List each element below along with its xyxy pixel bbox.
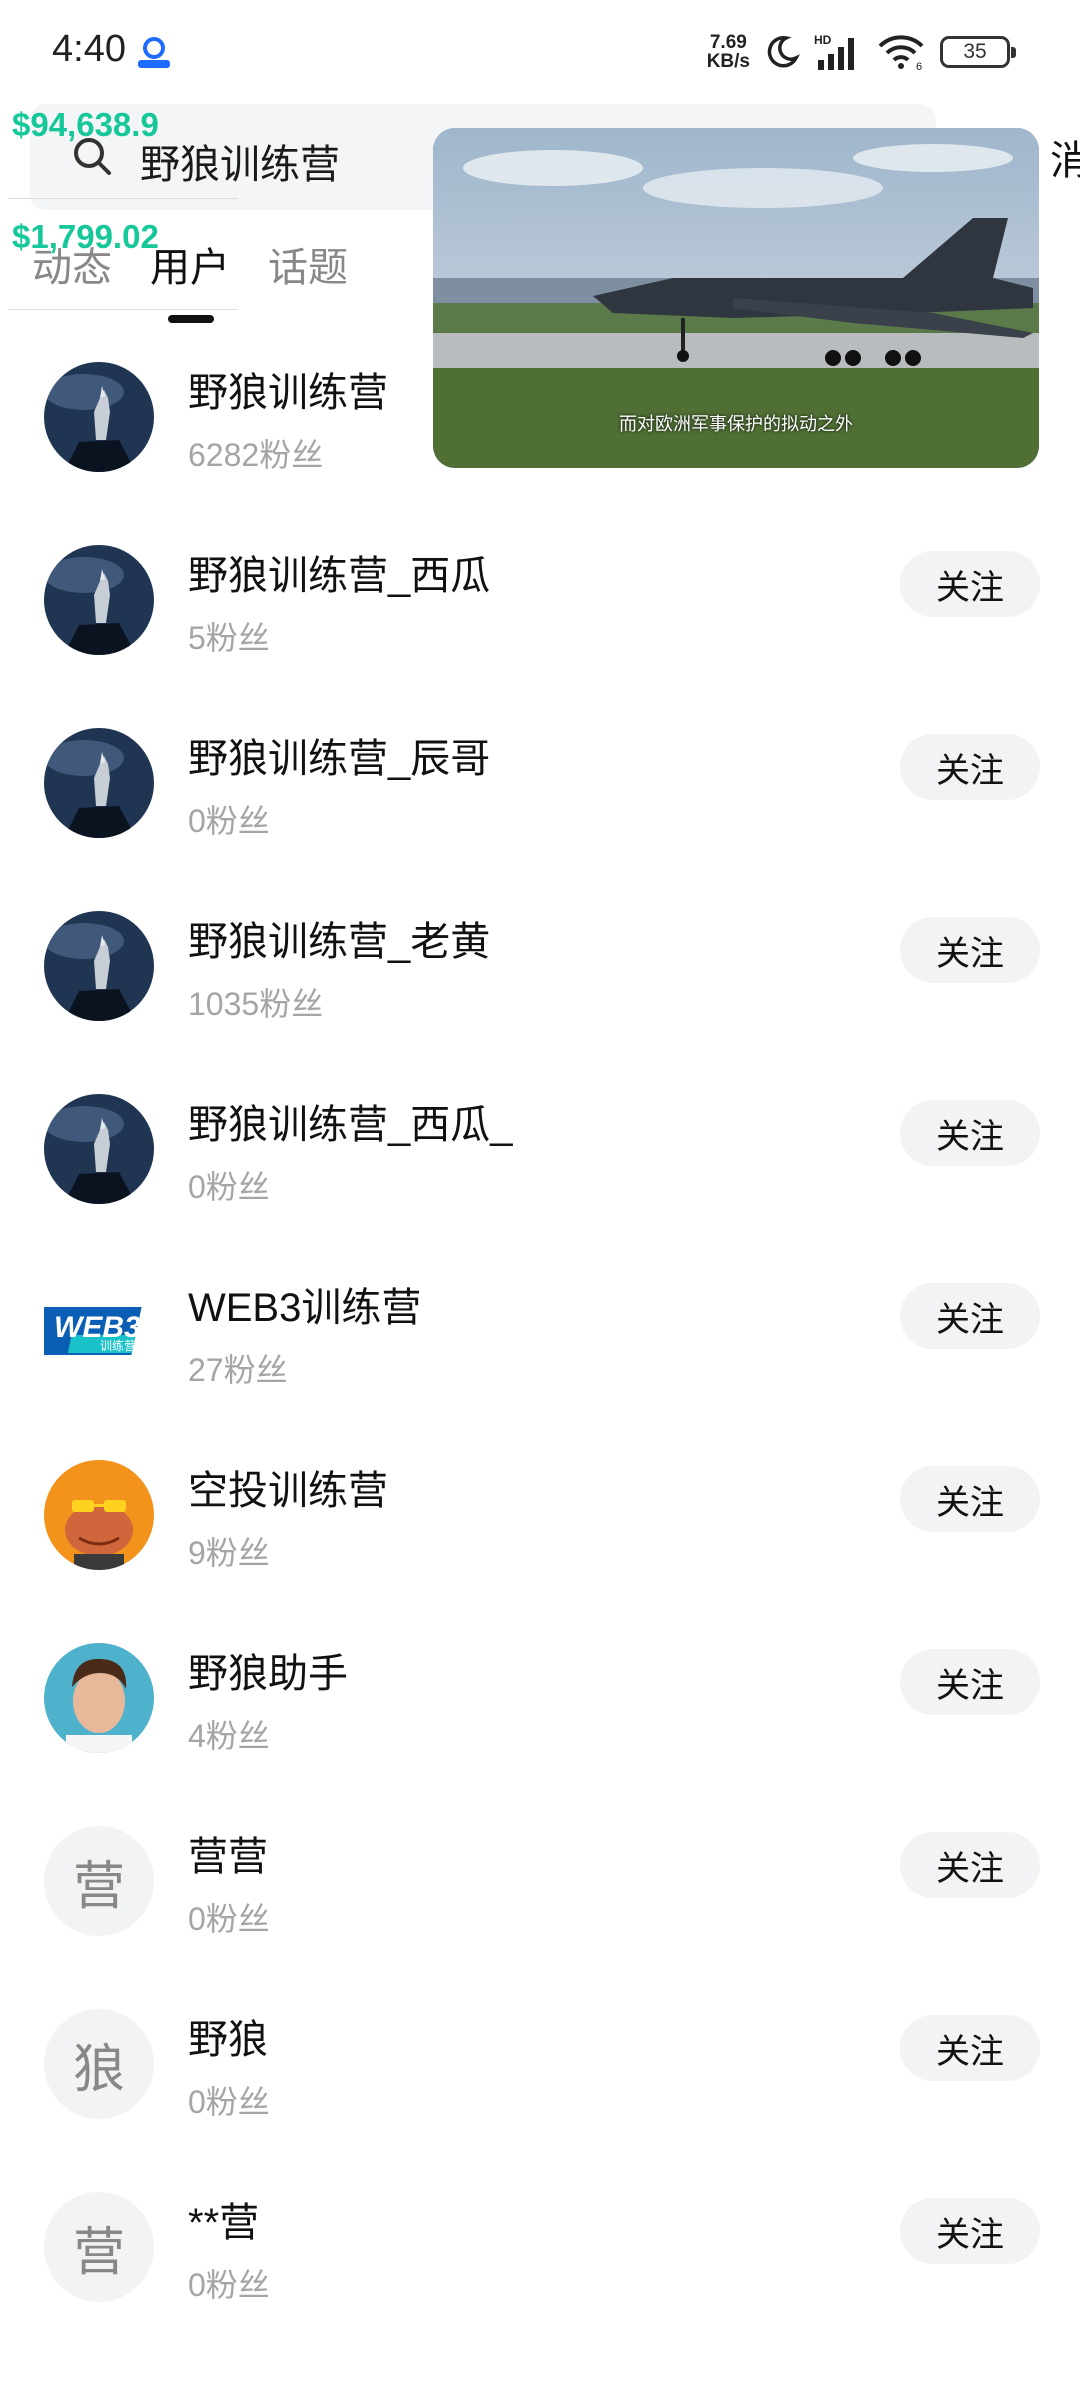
follow-button[interactable]: 关注 bbox=[900, 734, 1040, 800]
active-tab-indicator bbox=[168, 315, 214, 323]
user-row[interactable]: 野狼训练营_西瓜 5粉丝 关注 bbox=[0, 525, 1080, 711]
user-row[interactable]: 野狼训练营_西瓜_ 0粉丝 关注 bbox=[0, 1074, 1080, 1260]
tab-topics[interactable]: 话题 bbox=[268, 235, 348, 293]
user-row[interactable]: WEB3 训练营 WEB3训练营 27粉丝 关注 bbox=[0, 1257, 1080, 1443]
user-name[interactable]: 野狼训练营_西瓜 bbox=[188, 543, 490, 601]
wolf-avatar bbox=[44, 545, 154, 655]
follower-count: 9粉丝 bbox=[188, 1535, 270, 1571]
follow-button[interactable]: 关注 bbox=[900, 551, 1040, 617]
follower-count: 0粉丝 bbox=[188, 2084, 270, 2120]
wolf-avatar bbox=[44, 1094, 154, 1204]
svg-text:6: 6 bbox=[916, 61, 922, 72]
follower-count: 0粉丝 bbox=[188, 1169, 270, 1205]
user-row[interactable]: 狼 野狼 0粉丝 关注 bbox=[0, 1989, 1080, 2175]
user-name[interactable]: 营营 bbox=[188, 1824, 268, 1882]
wolf-avatar bbox=[44, 911, 154, 1021]
moon-icon bbox=[767, 36, 800, 68]
divider bbox=[8, 309, 238, 310]
letter-avatar: 营 bbox=[44, 1826, 154, 1936]
follower-count: 0粉丝 bbox=[188, 2267, 270, 2303]
follow-button[interactable]: 关注 bbox=[900, 1649, 1040, 1715]
follower-count: 0粉丝 bbox=[188, 803, 270, 839]
user-row[interactable]: 野狼训练营_辰哥 0粉丝 关注 bbox=[0, 708, 1080, 894]
crypto-price-1: $94,638.9 bbox=[12, 106, 159, 143]
crypto-price-2: $1,799.02 bbox=[12, 218, 159, 255]
follow-button[interactable]: 关注 bbox=[900, 1100, 1040, 1166]
svg-text:训练营: 训练营 bbox=[100, 1338, 136, 1353]
follow-button[interactable]: 关注 bbox=[900, 1283, 1040, 1349]
follow-button[interactable]: 关注 bbox=[900, 1832, 1040, 1898]
letter-avatar: 营 bbox=[44, 2192, 154, 2302]
user-row[interactable]: 野狼训练营 6282粉丝 bbox=[0, 342, 1080, 528]
user-name[interactable]: 野狼助手 bbox=[188, 1641, 348, 1699]
user-row[interactable]: 野狼助手 4粉丝 关注 bbox=[0, 1623, 1080, 1809]
status-bar: 4:40 7.69 KB/s HD 6 35 bbox=[0, 0, 1080, 100]
follower-count: 0粉丝 bbox=[188, 1901, 270, 1937]
status-time: 4:40 bbox=[52, 28, 126, 70]
battery-indicator: 35 bbox=[940, 36, 1016, 68]
cancel-button[interactable]: 消 bbox=[1050, 128, 1080, 186]
user-name[interactable]: 野狼训练营 bbox=[188, 360, 388, 418]
wolf-avatar bbox=[44, 362, 154, 472]
web3-logo: WEB3 训练营 bbox=[44, 1277, 154, 1387]
user-name[interactable]: 野狼训练营_辰哥 bbox=[188, 726, 490, 784]
network-speed: 7.69 KB/s bbox=[706, 32, 750, 72]
user-name[interactable]: **营 bbox=[188, 2190, 259, 2248]
crypto-price-overlay[interactable]: $94,638.9 $1,799.02 bbox=[8, 104, 238, 310]
follow-button[interactable]: 关注 bbox=[900, 2198, 1040, 2264]
follow-button[interactable]: 关注 bbox=[900, 1466, 1040, 1532]
user-row[interactable]: 野狼训练营_老黄 1035粉丝 关注 bbox=[0, 891, 1080, 1077]
user-row[interactable]: 营 **营 0粉丝 关注 bbox=[0, 2172, 1080, 2358]
user-name[interactable]: 空投训练营 bbox=[188, 1458, 388, 1516]
follower-count: 1035粉丝 bbox=[188, 986, 324, 1022]
person-photo-avatar bbox=[44, 1643, 154, 1753]
user-row[interactable]: 营 营营 0粉丝 关注 bbox=[0, 1806, 1080, 1992]
letter-avatar: 狼 bbox=[44, 2009, 154, 2119]
cartoon-frog-avatar bbox=[44, 1460, 154, 1570]
follow-button[interactable]: 关注 bbox=[900, 2015, 1040, 2081]
app-notification-icon bbox=[138, 37, 170, 68]
user-row[interactable]: 空投训练营 9粉丝 关注 bbox=[0, 1440, 1080, 1626]
follow-button[interactable]: 关注 bbox=[900, 917, 1040, 983]
follower-count: 5粉丝 bbox=[188, 620, 270, 656]
cellular-signal-icon: HD bbox=[814, 33, 854, 70]
follower-count: 4粉丝 bbox=[188, 1718, 270, 1754]
status-indicators: 7.69 KB/s HD 6 35 bbox=[706, 30, 1016, 74]
divider bbox=[8, 198, 238, 199]
user-name[interactable]: 野狼训练营_老黄 bbox=[188, 909, 490, 967]
follower-count: 27粉丝 bbox=[188, 1352, 288, 1388]
follower-count: 6282粉丝 bbox=[188, 437, 324, 473]
user-name[interactable]: 野狼 bbox=[188, 2007, 268, 2065]
wifi-icon: 6 bbox=[878, 35, 924, 72]
wolf-avatar bbox=[44, 728, 154, 838]
user-name[interactable]: WEB3训练营 bbox=[188, 1275, 421, 1333]
user-name[interactable]: 野狼训练营_西瓜_ bbox=[188, 1092, 513, 1150]
svg-text:HD: HD bbox=[814, 33, 832, 47]
